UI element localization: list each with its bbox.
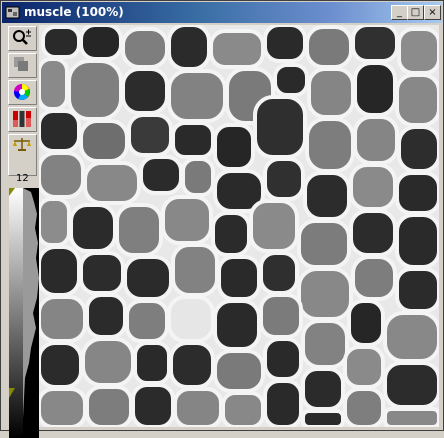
- calibration-tool-button[interactable]: [8, 134, 37, 176]
- tool-panel: 12: [4, 25, 39, 438]
- title-bar[interactable]: muscle (100%) _ □ ×: [2, 2, 442, 23]
- image-window: muscle (100%) _ □ × 12: [0, 0, 444, 438]
- close-button[interactable]: ×: [424, 5, 441, 20]
- calibration-value: 12: [16, 173, 29, 184]
- app-icon: [5, 6, 20, 19]
- channels-tool-button[interactable]: [8, 107, 37, 132]
- layers-icon: [14, 57, 28, 71]
- layers-tool-button[interactable]: [8, 53, 37, 78]
- rgb-channels-icon: [13, 111, 31, 127]
- intensity-histogram: [9, 188, 39, 438]
- zoom-icon: [13, 29, 31, 45]
- minimize-button[interactable]: _: [391, 5, 408, 20]
- maximize-button[interactable]: □: [407, 5, 424, 20]
- image-canvas[interactable]: [39, 25, 439, 427]
- color-tool-button[interactable]: [8, 80, 37, 105]
- window-title: muscle (100%): [24, 5, 124, 19]
- muscle-micrograph-image: [39, 25, 439, 427]
- calibration-scale-icon: [13, 138, 31, 151]
- zoom-tool-button[interactable]: [8, 26, 37, 51]
- color-wheel-icon: [13, 83, 30, 100]
